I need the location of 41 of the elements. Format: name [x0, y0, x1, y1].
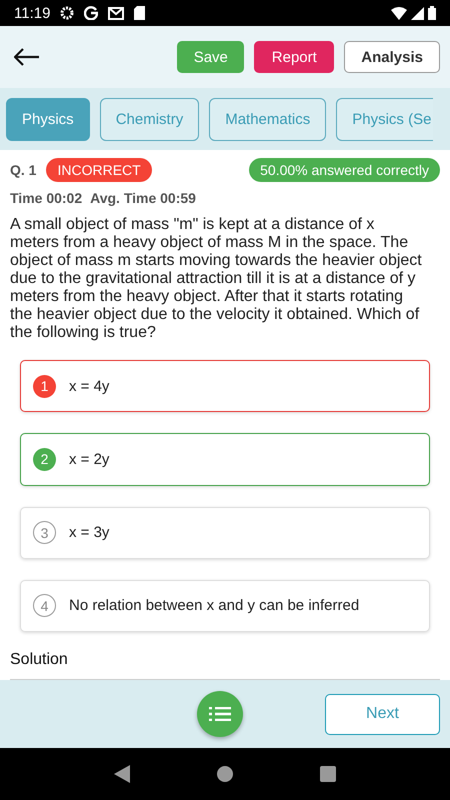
question-list-button[interactable]: [197, 691, 243, 737]
option-number: 4: [33, 594, 56, 618]
question-number: Q. 1: [10, 162, 36, 178]
back-triangle-icon[interactable]: [114, 765, 130, 783]
next-button[interactable]: Next: [325, 694, 440, 734]
battery-icon: [428, 6, 436, 20]
answer-option[interactable]: 3 x = 3y: [20, 506, 430, 559]
wifi-icon: [391, 6, 407, 20]
sd-card-icon: [134, 6, 146, 20]
option-number: 3: [33, 521, 56, 544]
average-time: Avg. Time 00:59: [90, 190, 196, 206]
subject-tab[interactable]: Physics (Se: [336, 98, 434, 140]
answered-correctly-badge: 50.00% answered correctly: [249, 158, 440, 182]
answer-option[interactable]: 2 x = 2y: [20, 433, 430, 486]
time-taken: Time 00:02: [10, 190, 82, 206]
back-button[interactable]: [14, 48, 40, 66]
analysis-button[interactable]: Analysis: [344, 41, 440, 73]
option-number: 2: [33, 448, 56, 471]
square-icon[interactable]: [320, 766, 336, 782]
back-arrow-icon: [14, 48, 40, 66]
subject-tab[interactable]: Mathematics: [209, 98, 326, 140]
option-text: x = 4y: [69, 378, 110, 395]
option-number: 1: [33, 374, 56, 398]
gear-icon: [60, 6, 74, 20]
clock-time: 11:19: [14, 4, 50, 22]
option-text: No relation between x and y can be inferred: [69, 597, 360, 614]
subject-tab[interactable]: Chemistry: [100, 98, 200, 140]
home-circle-icon[interactable]: [216, 766, 233, 782]
option-text: x = 3y: [69, 524, 110, 542]
subject-tab[interactable]: Physics: [6, 98, 90, 140]
option-text: x = 2y: [69, 450, 110, 468]
save-button[interactable]: Save: [177, 41, 244, 73]
answer-option[interactable]: 4 No relation between x and y can be inferred: [20, 580, 430, 632]
answer-option[interactable]: 1 x = 4y: [20, 360, 430, 412]
result-badge: INCORRECT: [46, 158, 152, 182]
g-logo-icon: [84, 6, 98, 20]
report-button[interactable]: Report: [254, 41, 334, 73]
envelope-icon: [108, 6, 124, 20]
signal-icon: [411, 6, 424, 20]
list-icon: [209, 707, 231, 721]
question-text: A small object of mass "m" is kept at a distance of x meters from a heavy object of mass M in the space. The object of mass m starts moving towards the heavier object due to the gravitational attraction till it is at a distance of y meters from the heavy object. After that it starts rotating the heavier object due to the velocity it obtained. Which of the following is true?: [10, 216, 423, 342]
